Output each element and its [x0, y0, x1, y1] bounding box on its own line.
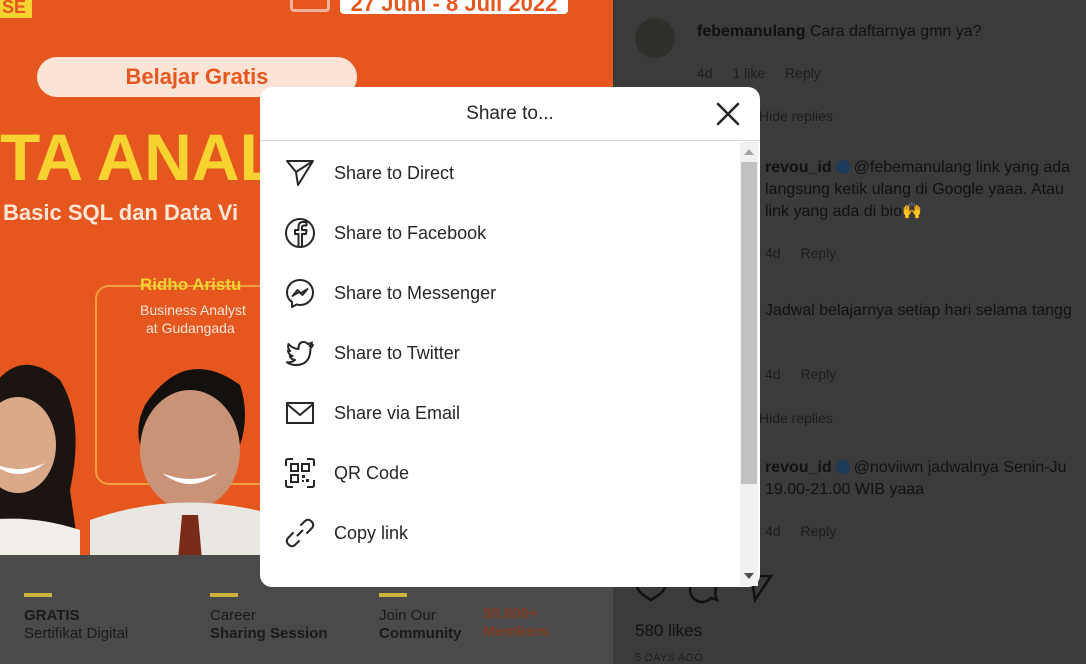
close-icon[interactable] — [714, 100, 742, 128]
comment-3: Jadwal belajarnya setiap hari selama tan… — [765, 302, 1072, 319]
comment-text: Cara daftarnya gmn ya? — [809, 23, 982, 40]
comment-2-meta: 4d Reply — [765, 245, 852, 261]
modal-title: Share to... — [466, 103, 554, 124]
hide-replies-button[interactable]: Hide replies — [759, 108, 833, 124]
avatar[interactable] — [635, 18, 675, 58]
speaker-role-line-1: Business Analyst — [140, 302, 246, 318]
verified-badge-icon — [835, 460, 850, 474]
modal-header: Share to... — [260, 87, 760, 141]
comment-text-line-2: 19.00-21.00 WIB yaaa — [765, 481, 925, 498]
copy-link-label: Copy link — [334, 523, 409, 543]
scroll-up-arrow-icon[interactable] — [744, 149, 754, 155]
likes-count[interactable]: 580 likes — [635, 621, 702, 641]
benefit-community: Join Our Community — [379, 593, 462, 643]
comment-time: 4d — [697, 65, 713, 81]
share-to-twitter-item[interactable]: Share to Twitter — [260, 322, 741, 382]
link-icon — [285, 518, 315, 548]
share-via-email-item[interactable]: Share via Email — [260, 382, 741, 442]
calendar-icon — [290, 0, 330, 12]
share-to-direct-item[interactable]: Share to Direct — [260, 142, 741, 202]
comment-4-meta: 4d Reply — [765, 523, 852, 539]
corner-badge: SE — [0, 0, 32, 18]
comment-text-line-3: link yang ada di bio🙌 — [765, 203, 922, 220]
share-to-twitter-label: Share to Twitter — [334, 343, 460, 363]
person-photo-left — [0, 364, 80, 555]
scrollbar-thumb[interactable] — [741, 162, 757, 484]
qr-code-label: QR Code — [334, 463, 410, 483]
benefit-members: 90.000+ Members — [483, 605, 549, 640]
facebook-icon — [285, 218, 315, 248]
comment-3-meta: 4d Reply — [765, 366, 852, 382]
copy-link-item[interactable]: Copy link — [260, 502, 741, 562]
comment-text-line-2: langsung ketik ulang di Google yaaa. Ata… — [765, 181, 1064, 198]
post-date: 5 DAYS AGO — [635, 652, 704, 664]
post-big-title: TA ANAL — [0, 120, 280, 194]
reply-button[interactable]: Reply — [800, 245, 836, 261]
verified-badge-icon — [835, 160, 850, 174]
comment-1-meta: 4d 1 like Reply — [697, 65, 837, 81]
reply-button[interactable]: Reply — [800, 523, 836, 539]
speaker-role-line-2: at Gudangada — [146, 320, 235, 336]
comment-username[interactable]: febemanulang — [697, 23, 805, 40]
twitter-icon — [286, 341, 314, 366]
share-via-email-label: Share via Email — [334, 403, 461, 423]
benefit-career-session: Career Sharing Session — [210, 593, 328, 643]
speaker-role: Business Analyst at Gudangada — [140, 301, 246, 337]
paper-plane-icon — [286, 160, 314, 186]
share-to-messenger-label: Share to Messenger — [334, 283, 497, 303]
hide-replies-button[interactable]: Hide replies — [759, 410, 833, 426]
comment-2: revou_id @febemanulang link yang ada — [765, 157, 1070, 179]
qr-code-item[interactable]: QR Code — [260, 442, 741, 502]
comment-username[interactable]: revou_id — [765, 459, 832, 476]
scroll-down-arrow-icon[interactable] — [744, 573, 754, 579]
modal-scrollbar[interactable] — [740, 142, 758, 586]
date-badge: 27 Juni - 8 Juli 2022 — [340, 0, 568, 16]
benefit-certificate: GRATIS Sertifikat Digital — [24, 593, 128, 643]
email-icon — [286, 402, 314, 424]
comment-text-line-1: @noviiwn jadwalnya Senin-Ju — [853, 459, 1067, 476]
share-modal: Share to... Share to Direct Share to Fac… — [260, 87, 760, 587]
share-to-facebook-item[interactable]: Share to Facebook — [260, 202, 741, 262]
comment-time: 4d — [765, 366, 781, 382]
post-subtitle: Basic SQL dan Data Vi — [3, 200, 239, 225]
comment-time: 4d — [765, 523, 781, 539]
comment-time: 4d — [765, 245, 781, 261]
comment-4: revou_id @noviiwn jadwalnya Senin-Ju — [765, 457, 1066, 479]
messenger-icon — [286, 279, 314, 308]
reply-button[interactable]: Reply — [800, 366, 836, 382]
comment-1: febemanulang Cara daftarnya gmn ya? — [697, 21, 982, 43]
comment-text-line-1: @febemanulang link yang ada — [853, 159, 1071, 176]
share-to-facebook-label: Share to Facebook — [334, 223, 487, 243]
share-to-messenger-item[interactable]: Share to Messenger — [260, 262, 741, 322]
reply-button[interactable]: Reply — [785, 65, 821, 81]
share-to-direct-label: Share to Direct — [334, 163, 455, 183]
speaker-name: Ridho Aristu — [140, 275, 242, 294]
share-options-list: Share to Direct Share to Facebook Share … — [260, 142, 741, 587]
qr-code-icon — [285, 458, 315, 488]
comment-username[interactable]: revou_id — [765, 159, 832, 176]
comment-likes[interactable]: 1 like — [732, 65, 765, 81]
